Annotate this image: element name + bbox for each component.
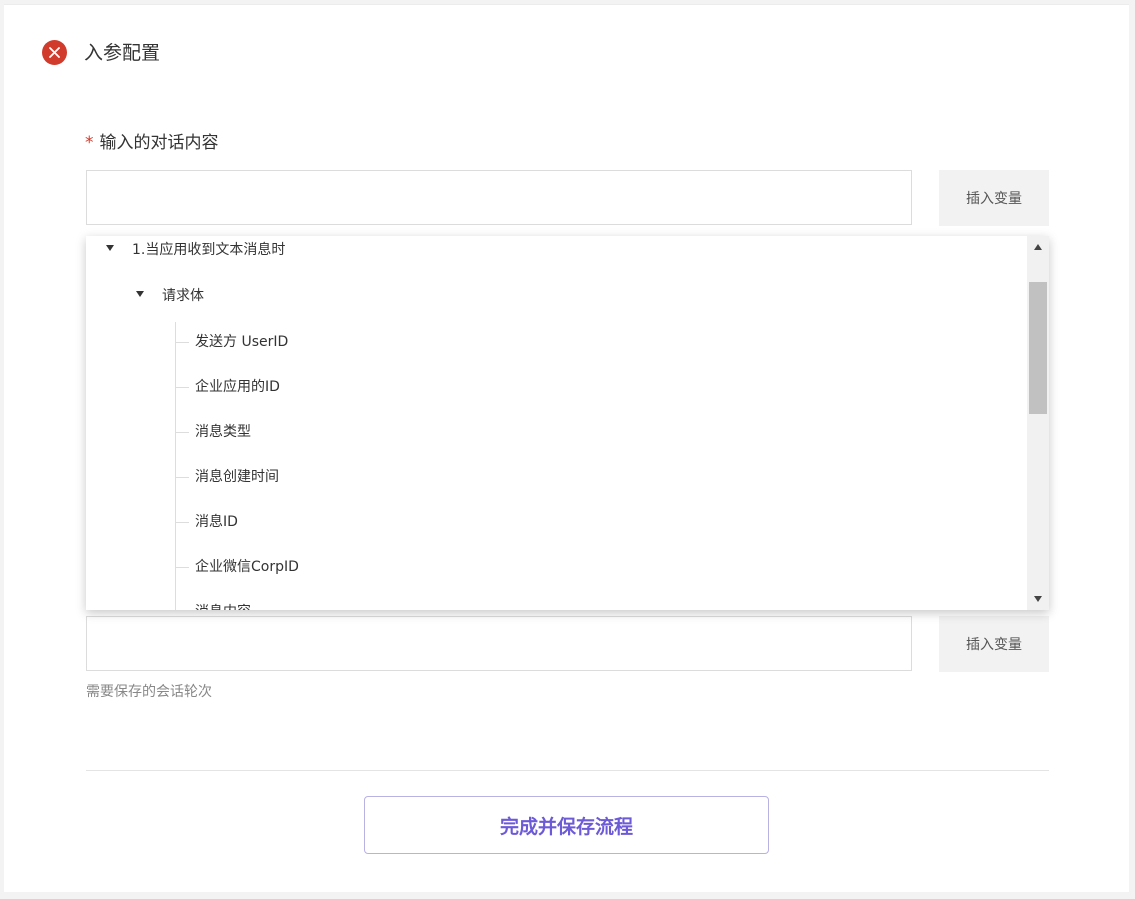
dialogue-content-input[interactable]: [86, 170, 912, 225]
session-rounds-input[interactable]: [86, 616, 912, 671]
tree-node-label: 请求体: [162, 288, 204, 304]
tree-node-label: 1.当应用收到文本消息时: [132, 242, 286, 258]
node-config-panel: 入参配置 * 输入的对话内容 插入变量 插入变量 需要保存的会话轮次 完成并保存流…: [4, 4, 1129, 892]
dropdown-scrollbar[interactable]: [1027, 236, 1049, 610]
variable-tree: 1.当应用收到文本消息时 请求体 发送方 UserID 企业应用的ID 消息类型…: [86, 236, 1027, 610]
tree-leaf-create-time[interactable]: 消息创建时间: [195, 465, 279, 489]
footer-divider: [86, 770, 1049, 771]
top-divider: [4, 4, 1129, 5]
tree-tick: [175, 477, 189, 478]
tree-leaf-msg-type[interactable]: 消息类型: [195, 420, 251, 444]
tree-leaf-content[interactable]: 消息内容: [195, 600, 251, 610]
session-rounds-helper: 需要保存的会话轮次: [86, 684, 212, 700]
tree-leaf-corp-id[interactable]: 企业微信CorpID: [195, 555, 299, 579]
section-title: 入参配置: [84, 42, 161, 64]
tree-tick: [175, 432, 189, 433]
scroll-thumb[interactable]: [1029, 282, 1047, 414]
close-circle-icon[interactable]: [42, 40, 67, 65]
save-flow-button[interactable]: 完成并保存流程: [364, 796, 769, 854]
scroll-up-icon[interactable]: [1034, 244, 1042, 250]
tree-tick: [175, 342, 189, 343]
tree-tick: [175, 387, 189, 388]
tree-leaf-sender-userid[interactable]: 发送方 UserID: [195, 330, 288, 354]
caret-down-icon[interactable]: [136, 291, 144, 297]
tree-node-request-body[interactable]: 请求体: [136, 284, 204, 308]
variable-tree-dropdown: 1.当应用收到文本消息时 请求体 发送方 UserID 企业应用的ID 消息类型…: [86, 236, 1049, 610]
required-mark: *: [85, 133, 94, 153]
caret-down-icon[interactable]: [106, 245, 114, 251]
dialogue-content-label: * 输入的对话内容: [85, 131, 219, 155]
insert-variable-button-2[interactable]: 插入变量: [939, 616, 1049, 672]
insert-variable-button[interactable]: 插入变量: [939, 170, 1049, 226]
dialogue-content-label-text: 输入的对话内容: [99, 133, 219, 153]
scroll-down-icon[interactable]: [1034, 596, 1042, 602]
tree-leaf-msg-id[interactable]: 消息ID: [195, 510, 238, 534]
tree-leaf-agent-id[interactable]: 企业应用的ID: [195, 375, 280, 399]
tree-node-root[interactable]: 1.当应用收到文本消息时: [106, 238, 285, 262]
tree-tick: [175, 567, 189, 568]
tree-tick: [175, 522, 189, 523]
